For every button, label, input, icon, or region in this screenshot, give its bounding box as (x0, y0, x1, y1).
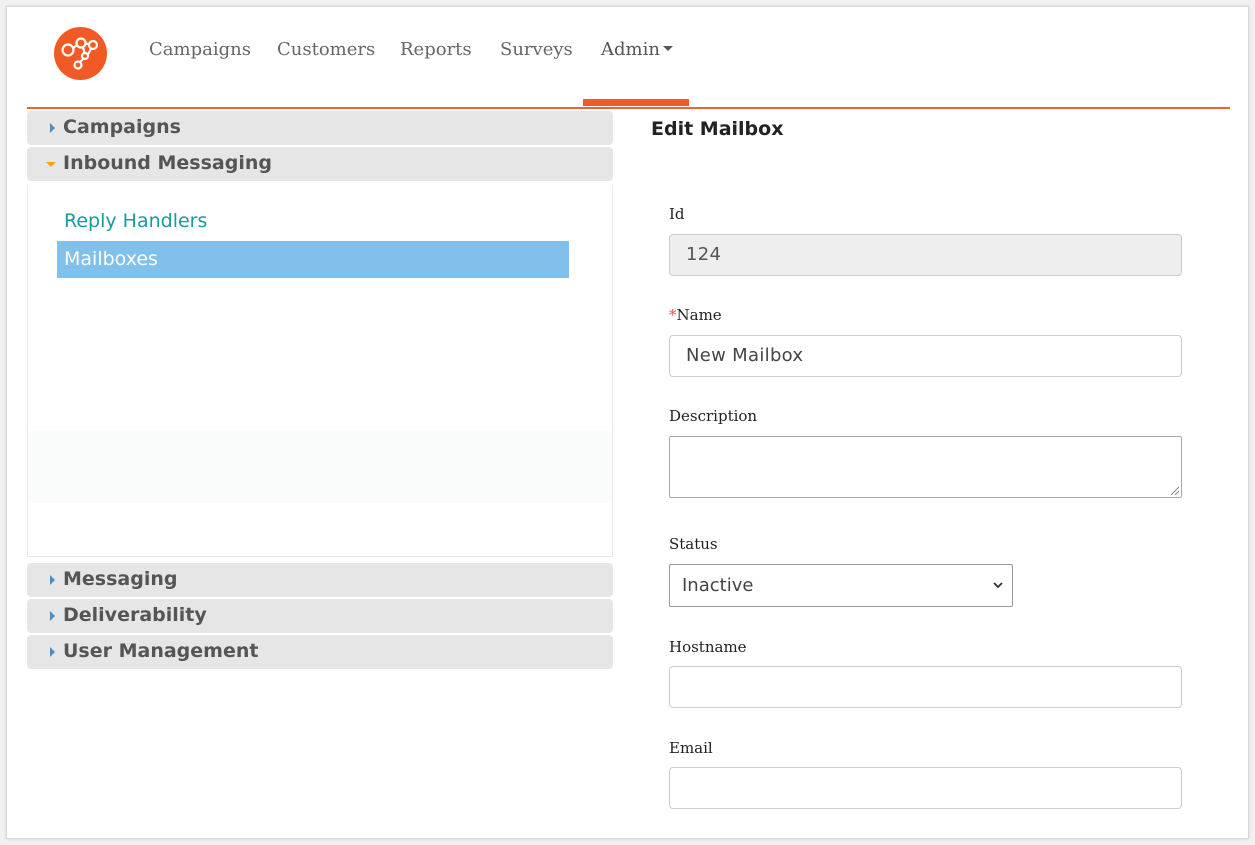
id-label: Id (669, 205, 685, 223)
caret-down-icon (46, 162, 56, 167)
status-select[interactable]: Inactive (669, 564, 1013, 607)
sidebar-section-label: Deliverability (63, 604, 207, 626)
app-window: Campaigns Customers Reports Surveys Admi… (6, 6, 1249, 839)
description-textarea[interactable] (669, 436, 1182, 498)
id-field: 124 (669, 234, 1182, 276)
status-selected-value: Inactive (682, 575, 754, 596)
chevron-down-icon (993, 582, 1003, 589)
status-label: Status (669, 535, 718, 553)
caret-right-icon (50, 647, 55, 657)
caret-right-icon (50, 575, 55, 585)
sidebar-section-label: Messaging (63, 568, 178, 590)
sidebar-section-user-management[interactable]: User Management (27, 635, 613, 669)
caret-right-icon (50, 611, 55, 621)
name-input[interactable]: New Mailbox (669, 335, 1182, 377)
sidebar-section-label: User Management (63, 640, 259, 662)
description-label: Description (669, 407, 758, 425)
panel-background (28, 431, 612, 503)
nav-surveys[interactable]: Surveys (500, 39, 573, 60)
nav-admin-label: Admin (601, 39, 660, 60)
caret-right-icon (50, 123, 55, 133)
email-label: Email (669, 739, 713, 757)
caret-down-icon (662, 45, 673, 51)
header-divider (27, 107, 1230, 109)
page-title: Edit Mailbox (651, 118, 784, 140)
name-label: *Name (669, 306, 722, 324)
inbound-messaging-panel: Reply Handlers Mailboxes (27, 185, 613, 557)
nav-campaigns[interactable]: Campaigns (149, 39, 251, 60)
required-marker: * (669, 306, 677, 324)
hostname-label: Hostname (669, 638, 747, 656)
sidebar-section-deliverability[interactable]: Deliverability (27, 599, 613, 633)
sidebar-item-mailboxes[interactable]: Mailboxes (57, 241, 569, 278)
name-label-text: Name (676, 306, 722, 324)
nav-customers[interactable]: Customers (277, 39, 375, 60)
top-navbar: Campaigns Customers Reports Surveys Admi… (7, 7, 1248, 109)
sidebar-section-label: Campaigns (63, 116, 181, 138)
email-input[interactable] (669, 767, 1182, 809)
sidebar-section-campaigns[interactable]: Campaigns (27, 111, 613, 145)
active-nav-indicator (583, 99, 689, 106)
sidebar-section-inbound-messaging[interactable]: Inbound Messaging (27, 147, 613, 181)
sidebar-section-label: Inbound Messaging (63, 152, 272, 174)
hostname-input[interactable] (669, 666, 1182, 708)
network-nodes-icon[interactable] (54, 27, 107, 80)
sidebar-section-messaging[interactable]: Messaging (27, 563, 613, 597)
resize-grip-icon[interactable] (1170, 486, 1179, 495)
sidebar-item-reply-handlers[interactable]: Reply Handlers (57, 203, 569, 240)
nav-reports[interactable]: Reports (400, 39, 472, 60)
nav-admin[interactable]: Admin (601, 39, 673, 60)
